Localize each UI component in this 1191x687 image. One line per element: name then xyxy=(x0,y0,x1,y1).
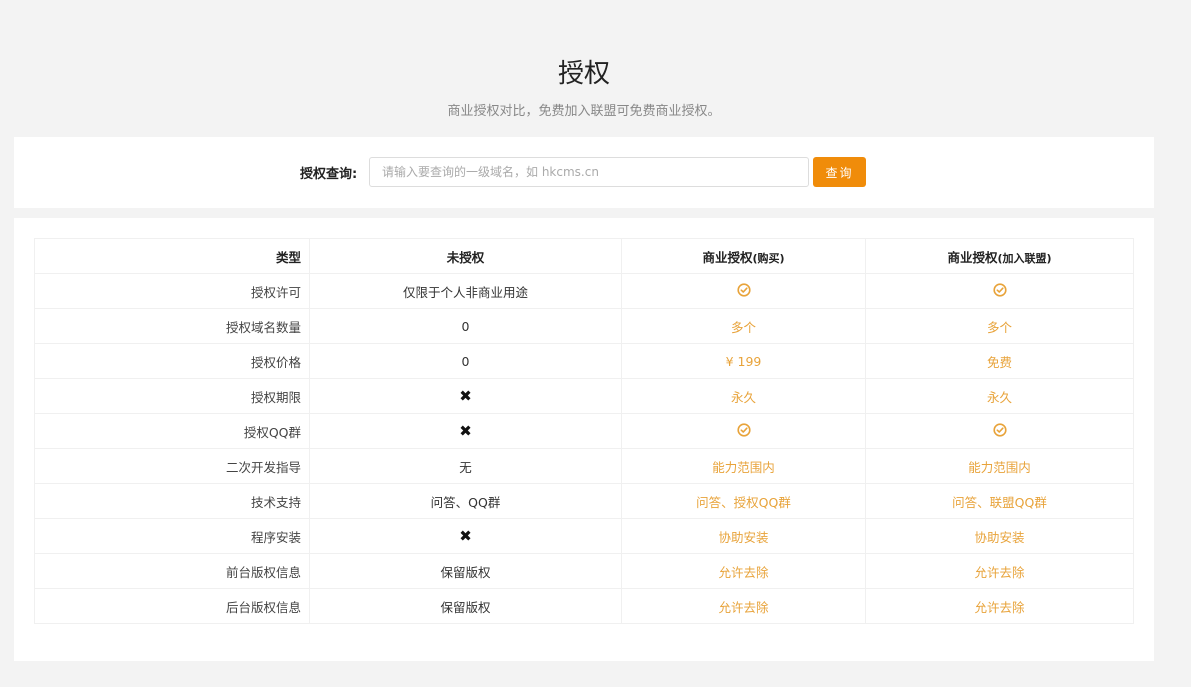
cell-type: 授权QQ群 xyxy=(34,413,310,449)
license-comparison-table: 类型 未授权 商业授权(购买) 商业授权(加入联盟) 授权许可 仅限于个人非商业用… xyxy=(34,238,1134,624)
header-unlicensed: 未授权 xyxy=(309,238,622,274)
domain-search-input[interactable] xyxy=(369,157,809,187)
license-query-panel: 授权查询: 查询 xyxy=(14,137,1154,208)
cell-free: 保留版权 xyxy=(309,553,622,589)
page-subtitle: 商业授权对比，免费加入联盟可免费商业授权。 xyxy=(447,104,721,119)
cell-free: 保留版权 xyxy=(309,588,622,624)
cell-free: ✖ xyxy=(309,518,622,554)
cell-free: 0 xyxy=(309,308,622,344)
cell-type: 技术支持 xyxy=(34,483,310,519)
cell-buy: 问答、授权QQ群 xyxy=(621,483,866,519)
check-icon xyxy=(736,422,751,440)
cell-buy: 能力范围内 xyxy=(621,448,866,484)
table-row: 授权价格 0 ¥ 199 免费 xyxy=(34,343,1134,379)
cell-join: 问答、联盟QQ群 xyxy=(865,483,1134,519)
cell-buy: 允许去除 xyxy=(621,588,866,624)
table-row: 授权期限 ✖ 永久 永久 xyxy=(34,378,1134,414)
table-row: 后台版权信息 保留版权 允许去除 允许去除 xyxy=(34,588,1134,624)
cell-buy xyxy=(621,273,866,309)
cell-join: 多个 xyxy=(865,308,1134,344)
cell-free: 0 xyxy=(309,343,622,379)
table-row: 授权QQ群 ✖ xyxy=(34,413,1134,449)
table-body: 授权许可 仅限于个人非商业用途 授权域名数量 0 多个 多个 授权价格 0 ¥ 199 免费 授权期… xyxy=(34,273,1134,624)
cell-type: 后台版权信息 xyxy=(34,588,310,624)
cell-buy: 协助安装 xyxy=(621,518,866,554)
cell-type: 前台版权信息 xyxy=(34,553,310,589)
cell-buy: ¥ 199 xyxy=(621,343,866,379)
cell-join: 免费 xyxy=(865,343,1134,379)
cross-icon: ✖ xyxy=(459,527,472,545)
comparison-panel: 类型 未授权 商业授权(购买) 商业授权(加入联盟) 授权许可 仅限于个人非商业用… xyxy=(14,218,1154,661)
cell-free: 无 xyxy=(309,448,622,484)
header-commercial-buy-suffix: (购买) xyxy=(752,251,785,265)
cell-free: ✖ xyxy=(309,378,622,414)
cell-free: 仅限于个人非商业用途 xyxy=(309,273,622,309)
cell-type: 授权期限 xyxy=(34,378,310,414)
cell-join: 允许去除 xyxy=(865,588,1134,624)
table-row: 授权域名数量 0 多个 多个 xyxy=(34,308,1134,344)
table-row: 前台版权信息 保留版权 允许去除 允许去除 xyxy=(34,553,1134,589)
cell-join: 能力范围内 xyxy=(865,448,1134,484)
cell-type: 授权域名数量 xyxy=(34,308,310,344)
cell-buy: 永久 xyxy=(621,378,866,414)
cell-type: 授权许可 xyxy=(34,273,310,309)
cell-buy: 允许去除 xyxy=(621,553,866,589)
check-icon xyxy=(992,282,1007,300)
table-header-row: 类型 未授权 商业授权(购买) 商业授权(加入联盟) xyxy=(34,238,1134,274)
table-row: 授权许可 仅限于个人非商业用途 xyxy=(34,273,1134,309)
cell-free: ✖ xyxy=(309,413,622,449)
cell-type: 授权价格 xyxy=(34,343,310,379)
header-commercial-buy: 商业授权(购买) xyxy=(621,238,866,274)
cell-buy xyxy=(621,413,866,449)
table-row: 技术支持 问答、QQ群 问答、授权QQ群 问答、联盟QQ群 xyxy=(34,483,1134,519)
check-icon xyxy=(736,282,751,300)
header-commercial-buy-label: 商业授权 xyxy=(702,249,753,265)
table-row: 程序安装 ✖ 协助安装 协助安装 xyxy=(34,518,1134,554)
header-commercial-join: 商业授权(加入联盟) xyxy=(865,238,1134,274)
query-button[interactable]: 查询 xyxy=(813,157,866,187)
cell-join: 协助安装 xyxy=(865,518,1134,554)
cell-buy: 多个 xyxy=(621,308,866,344)
header-commercial-join-suffix: (加入联盟) xyxy=(997,251,1052,265)
cell-free: 问答、QQ群 xyxy=(309,483,622,519)
query-label: 授权查询: xyxy=(300,167,358,182)
cell-join: 允许去除 xyxy=(865,553,1134,589)
table-row: 二次开发指导无能力范围内 能力范围内 xyxy=(34,448,1134,484)
page-title: 授权 xyxy=(557,59,610,89)
cell-type: 程序安装 xyxy=(34,518,310,554)
cross-icon: ✖ xyxy=(459,422,472,440)
check-icon xyxy=(992,422,1007,440)
header-type: 类型 xyxy=(34,238,310,274)
cell-type: 二次开发指导 xyxy=(34,448,310,484)
cell-join xyxy=(865,413,1134,449)
header-commercial-join-label: 商业授权 xyxy=(947,249,998,265)
cross-icon: ✖ xyxy=(459,387,472,405)
cell-join: 永久 xyxy=(865,378,1134,414)
cell-join xyxy=(865,273,1134,309)
